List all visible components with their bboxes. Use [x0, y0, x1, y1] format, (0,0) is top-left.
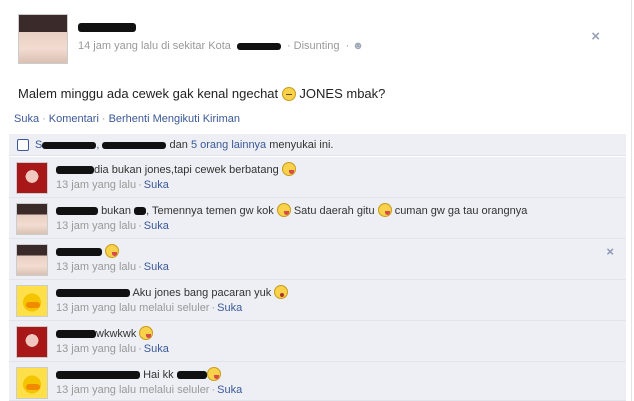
commenter-avatar[interactable] [16, 367, 48, 399]
post-body: Malem minggu ada cewek gak kenal ngechat… [18, 86, 385, 101]
unfollow-button[interactable]: Berhenti Mengikuti Kiriman [109, 113, 240, 125]
comment-item: Aku jones bang pacaran yuk 13 jam yang l… [9, 280, 626, 321]
comment-time[interactable]: 13 jam yang lalu [56, 343, 136, 355]
tongue-emoticon [276, 203, 291, 217]
comment-time[interactable]: 13 jam yang lalu melalui seluler [56, 302, 209, 314]
author-avatar[interactable] [18, 14, 68, 64]
comment-like-button[interactable]: Suka [144, 179, 169, 191]
commenter-name-redacted[interactable] [56, 371, 140, 380]
post-header: 14 jam yang lalu di sekitar Kota · Disunt… [18, 14, 618, 66]
comment-item: bukan , Temennya temen gw kok Satu daera… [9, 198, 626, 239]
tongue-emoticon [105, 244, 120, 258]
close-icon[interactable]: × [606, 244, 614, 259]
close-icon[interactable]: × [591, 28, 600, 45]
commenter-avatar[interactable] [16, 326, 48, 358]
tongue-emoticon [377, 203, 392, 217]
comment-text: wkwkwk [56, 326, 154, 340]
comment-like-button[interactable]: Suka [217, 384, 242, 396]
commenter-avatar[interactable] [16, 285, 48, 317]
location-redacted [236, 42, 281, 50]
post-timestamp[interactable]: 14 jam yang lalu di sekitar Kota [78, 40, 231, 52]
comment-item: Hai kk 13 jam yang lalu melalui seluler ·… [9, 362, 626, 401]
post-text: Malem minggu ada cewek gak kenal ngechat [18, 86, 279, 101]
comment-like-button[interactable]: Suka [144, 220, 169, 232]
comment-meta: 13 jam yang lalu · Suka [56, 220, 169, 232]
comment-meta: 13 jam yang lalu · Suka [56, 343, 169, 355]
friends-icon: ☻ [352, 40, 364, 52]
like-button[interactable]: Suka [14, 113, 39, 125]
tongue-emoticon [139, 326, 154, 340]
author-name-redacted[interactable] [78, 21, 136, 33]
commenter-avatar[interactable] [16, 203, 48, 235]
comment-like-button[interactable]: Suka [144, 343, 169, 355]
comment-text: Hai kk [56, 367, 221, 381]
comment-text: bukan , Temennya temen gw kok Satu daera… [56, 203, 527, 217]
likes-dan: dan [169, 139, 188, 151]
comment-meta: 13 jam yang lalu melalui seluler · Suka [56, 302, 243, 314]
comment-text: Aku jones bang pacaran yuk [56, 285, 289, 299]
commenter-name-redacted[interactable] [56, 248, 102, 257]
comment-meta: 13 jam yang lalu melalui seluler · Suka [56, 384, 243, 396]
comment-text: dia bukan jones,tapi cewek berbatang [56, 162, 296, 176]
edited-label[interactable]: Disunting [294, 40, 340, 52]
commenter-name-redacted[interactable] [56, 289, 130, 298]
liker-name-redacted[interactable]: S, [35, 139, 167, 151]
likes-summary: S, dan 5 orang lainnya menyukai ini. [9, 134, 626, 156]
tongue-emoticon [281, 162, 296, 176]
likes-others-link[interactable]: 5 orang lainnya [191, 139, 266, 151]
comment-time[interactable]: 13 jam yang lalu melalui seluler [56, 384, 209, 396]
comment-meta: 13 jam yang lalu · Suka [56, 179, 169, 191]
comment-time[interactable]: 13 jam yang lalu [56, 179, 136, 191]
thumbs-up-icon [17, 139, 29, 151]
surprised-emoticon [274, 285, 289, 299]
likes-suffix: menyukai ini. [269, 139, 334, 151]
comment-like-button[interactable]: Suka [144, 261, 169, 273]
sad-emoticon [281, 87, 296, 101]
comment-button[interactable]: Komentari [49, 113, 99, 125]
post-text-tail: JONES mbak? [299, 86, 386, 101]
commenter-avatar[interactable] [16, 244, 48, 276]
comment-item: wkwkwk 13 jam yang lalu · Suka [9, 321, 626, 362]
comment-text [56, 244, 120, 258]
tongue-emoticon [206, 367, 221, 381]
commenter-name-redacted[interactable] [56, 166, 94, 175]
comment-item: dia bukan jones,tapi cewek berbatang 13 … [9, 157, 626, 198]
commenter-name-redacted[interactable] [56, 207, 98, 216]
post-card: 14 jam yang lalu di sekitar Kota · Disunt… [0, 0, 632, 401]
post-actions: Suka · Komentari · Berhenti Mengikuti Kirima… [14, 113, 241, 125]
comment-time[interactable]: 13 jam yang lalu [56, 220, 136, 232]
commenter-name-redacted[interactable] [56, 330, 96, 339]
post-meta: 14 jam yang lalu di sekitar Kota · Disunt… [78, 40, 364, 52]
comment-meta: 13 jam yang lalu · Suka [56, 261, 169, 273]
comment-time[interactable]: 13 jam yang lalu [56, 261, 136, 273]
commenter-avatar[interactable] [16, 162, 48, 194]
comment-item: 13 jam yang lalu · Suka × [9, 239, 626, 280]
comment-like-button[interactable]: Suka [217, 302, 242, 314]
